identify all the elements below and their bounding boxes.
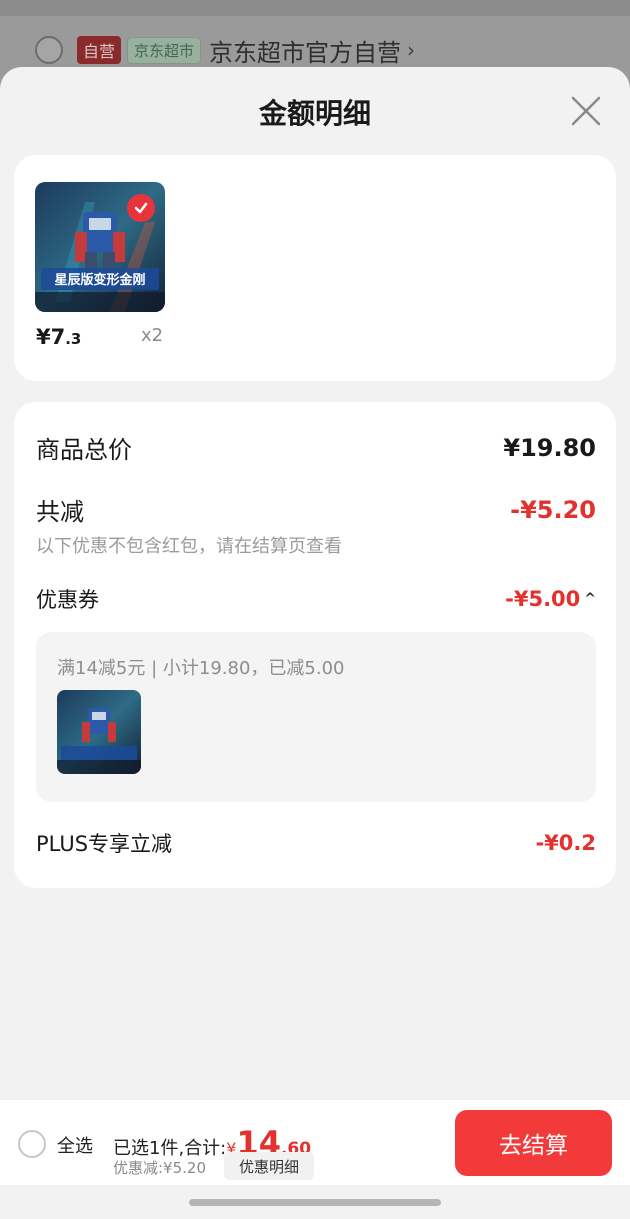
checkout-button[interactable]: 去结算 bbox=[455, 1110, 612, 1176]
amount-detail-sheet: 金额明细 星辰版变形金刚 ¥7.3 x2 商品总价 ¥19.80 共减 -¥5.… bbox=[0, 67, 630, 1219]
supermarket-tag: 京东超市 bbox=[127, 36, 202, 64]
total-reduction-row: 共减 -¥5.20 bbox=[36, 492, 596, 527]
product-card: 星辰版变形金刚 ¥7.3 x2 bbox=[14, 155, 616, 381]
checkout-bar: 全选 已选1件,合计: ¥ 14 .60 优惠减:¥5.20 优惠明细 去结算 bbox=[0, 1100, 630, 1185]
shop-name: 京东超市官方自营 bbox=[209, 38, 402, 67]
coupon-detail-box: 满14减5元 | 小计19.80，已减5.00 bbox=[36, 632, 596, 802]
coupon-product-image bbox=[57, 690, 141, 774]
select-all-label[interactable]: 全选 bbox=[57, 1132, 93, 1158]
product-price-main: ¥7 bbox=[36, 325, 66, 349]
plus-discount-label: PLUS专享立减 bbox=[36, 832, 173, 856]
shop-row: 自营 京东超市 京东超市官方自营 › bbox=[0, 28, 630, 72]
check-icon bbox=[134, 202, 148, 214]
home-indicator[interactable] bbox=[189, 1199, 441, 1206]
close-button[interactable] bbox=[570, 95, 602, 127]
home-indicator-area bbox=[0, 1185, 630, 1219]
discount-detail-button[interactable]: 优惠明细 bbox=[224, 1152, 314, 1180]
product-price-decimal: .3 bbox=[65, 330, 82, 348]
chevron-up-icon: ^ bbox=[584, 591, 596, 607]
coupon-product-thumbnail[interactable] bbox=[57, 690, 141, 774]
total-reduction-label: 共减 bbox=[36, 498, 84, 526]
total-price-value: ¥19.80 bbox=[503, 433, 596, 462]
product-thumbnail[interactable]: 星辰版变形金刚 bbox=[35, 182, 165, 312]
selected-badge bbox=[127, 194, 155, 222]
product-quantity: x2 bbox=[141, 325, 164, 346]
select-all-radio[interactable] bbox=[18, 1130, 46, 1158]
coupon-description: 满14减5元 | 小计19.80，已减5.00 bbox=[57, 658, 345, 679]
coupon-value-wrap[interactable]: -¥5.00 ^ bbox=[505, 587, 596, 611]
red-packet-note: 以下优惠不包含红包，请在结算页查看 bbox=[36, 536, 342, 557]
shop-select-radio bbox=[35, 36, 63, 64]
breakdown-card: 商品总价 ¥19.80 共减 -¥5.20 以下优惠不包含红包，请在结算页查看 … bbox=[14, 402, 616, 888]
plus-discount-row: PLUS专享立减 -¥0.2 bbox=[36, 828, 596, 858]
product-image-title: 星辰版变形金刚 bbox=[54, 272, 145, 288]
chevron-right-icon: › bbox=[407, 38, 416, 62]
coupon-row[interactable]: 优惠券 -¥5.00 ^ bbox=[36, 584, 596, 614]
total-price-label: 商品总价 bbox=[36, 436, 132, 464]
self-run-tag: 自营 bbox=[77, 36, 122, 64]
background-strip bbox=[0, 0, 630, 16]
plus-discount-value: -¥0.2 bbox=[535, 831, 596, 855]
coupon-label: 优惠券 bbox=[36, 588, 99, 612]
sheet-title: 金额明细 bbox=[258, 97, 371, 130]
sheet-header: 金额明细 bbox=[0, 67, 630, 157]
coupon-value: -¥5.00 bbox=[505, 587, 581, 611]
product-price: ¥7.3 bbox=[36, 325, 81, 349]
discount-summary: 优惠减:¥5.20 bbox=[113, 1159, 206, 1177]
close-icon bbox=[571, 96, 601, 126]
total-reduction-value: -¥5.20 bbox=[510, 495, 596, 524]
total-price-row: 商品总价 ¥19.80 bbox=[36, 430, 596, 465]
